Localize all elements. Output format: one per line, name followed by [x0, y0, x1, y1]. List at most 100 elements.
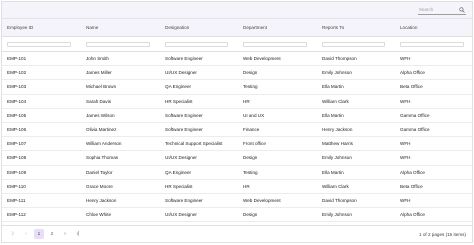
table-row[interactable]: EMP-106 Olivia Martinez Software Engineer F…: [2, 122, 472, 138]
cell-department[interactable]: Design: [238, 207, 317, 223]
column-header-location[interactable]: Location: [395, 19, 472, 37]
table-row[interactable]: EMP-101 John Smith Software Engineer Web De…: [2, 51, 472, 67]
page-button-1[interactable]: 1: [34, 229, 44, 239]
column-header-department[interactable]: Department: [238, 19, 317, 37]
cell-designation[interactable]: Software Engineer: [160, 193, 238, 209]
cell-designation[interactable]: UI/UX Designer: [160, 65, 238, 81]
cell-reports-to[interactable]: Matthew Harris: [317, 136, 395, 152]
table-row[interactable]: EMP-110 Grace Moore HR Specialist HR William…: [2, 179, 472, 194]
cell-location[interactable]: WFH: [395, 94, 472, 109]
table-row[interactable]: EMP-105 James Wilson Software Engineer UI a…: [2, 108, 472, 123]
cell-employee-id[interactable]: EMP-106: [2, 122, 81, 138]
cell-location[interactable]: Beta Office: [395, 179, 472, 194]
table-row[interactable]: EMP-112 Chloe White UI/UX Designer Design Em…: [2, 207, 472, 223]
cell-department[interactable]: Front office: [238, 136, 317, 152]
cell-reports-to[interactable]: David Thompson: [317, 193, 395, 209]
table-row[interactable]: EMP-102 James Miller UI/UX Designer Design E…: [2, 65, 472, 81]
cell-department[interactable]: Design: [238, 150, 317, 166]
cell-location[interactable]: WFH: [395, 136, 472, 152]
cell-location[interactable]: Beta Office: [395, 79, 472, 95]
cell-department[interactable]: Web Development: [238, 51, 317, 67]
cell-name[interactable]: John Smith: [81, 51, 160, 67]
cell-employee-id[interactable]: EMP-101: [2, 51, 81, 67]
column-header-employee-id[interactable]: Employee ID: [2, 19, 81, 37]
table-row[interactable]: EMP-107 William Anderson Technical Support…: [2, 136, 472, 152]
cell-employee-id[interactable]: EMP-102: [2, 65, 81, 81]
cell-employee-id[interactable]: EMP-105: [2, 108, 81, 123]
cell-name[interactable]: Chloe White: [81, 207, 160, 223]
cell-location[interactable]: Alpha Office: [395, 65, 472, 81]
cell-department[interactable]: UI and UX: [238, 108, 317, 123]
filter-input-department[interactable]: [243, 41, 308, 47]
cell-reports-to[interactable]: Emily Johnson: [317, 150, 395, 166]
cell-employee-id[interactable]: EMP-110: [2, 179, 81, 194]
cell-employee-id[interactable]: EMP-107: [2, 136, 81, 152]
cell-location[interactable]: WFH: [395, 193, 472, 209]
cell-designation[interactable]: Software Engineer: [160, 108, 238, 123]
table-row[interactable]: EMP-108 Sophia Thomas UI/UX Designer Design…: [2, 150, 472, 166]
cell-employee-id[interactable]: EMP-109: [2, 165, 81, 180]
table-row[interactable]: EMP-104 Sarah Davis HR Specialist HR William…: [2, 94, 472, 109]
cell-designation[interactable]: UI/UX Designer: [160, 207, 238, 223]
cell-employee-id[interactable]: EMP-111: [2, 193, 81, 209]
cell-designation[interactable]: UI/UX Designer: [160, 150, 238, 166]
cell-reports-to[interactable]: Ella Martin: [317, 165, 395, 180]
cell-employee-id[interactable]: EMP-104: [2, 94, 81, 109]
cell-department[interactable]: Web Development: [238, 193, 317, 209]
cell-name[interactable]: Grace Moore: [81, 179, 160, 194]
cell-reports-to[interactable]: William Clark: [317, 179, 395, 194]
cell-name[interactable]: Henry Jackson: [81, 193, 160, 209]
cell-location[interactable]: Alpha Office: [395, 165, 472, 180]
cell-location[interactable]: Gamma Office: [395, 108, 472, 123]
cell-location[interactable]: Gamma Office: [395, 122, 472, 138]
filter-input-location[interactable]: [400, 41, 465, 47]
filter-input-designation[interactable]: [165, 41, 229, 47]
column-header-name[interactable]: Name: [81, 19, 160, 37]
cell-reports-to[interactable]: Ella Martin: [317, 108, 395, 123]
cell-department[interactable]: Design: [238, 65, 317, 81]
cell-name[interactable]: Daniel Taylor: [81, 165, 160, 180]
cell-name[interactable]: Olivia Martinez: [81, 122, 160, 138]
cell-department[interactable]: HR: [238, 94, 317, 109]
cell-designation[interactable]: Software Engineer: [160, 51, 238, 67]
last-page-icon[interactable]: ›|: [73, 229, 83, 239]
cell-name[interactable]: James Miller: [81, 65, 160, 81]
cell-name[interactable]: Sophia Thomas: [81, 150, 160, 166]
cell-designation[interactable]: Technical Support Specialist: [160, 136, 238, 152]
cell-reports-to[interactable]: David Thompson: [317, 51, 395, 67]
cell-designation[interactable]: HR Specialist: [160, 179, 238, 194]
cell-reports-to[interactable]: William Clark: [317, 94, 395, 109]
filter-input-employee-id[interactable]: [7, 41, 72, 47]
next-page-icon[interactable]: ›: [60, 229, 70, 239]
cell-department[interactable]: Testing: [238, 79, 317, 95]
cell-name[interactable]: James Wilson: [81, 108, 160, 123]
cell-location[interactable]: Alpha Office: [395, 207, 472, 223]
table-row[interactable]: EMP-109 Daniel Taylor QA Engineer Testing El…: [2, 165, 472, 180]
cell-department[interactable]: Finance: [238, 122, 317, 138]
cell-department[interactable]: Testing: [238, 165, 317, 180]
search-input[interactable]: [419, 7, 457, 12]
cell-name[interactable]: William Anderson: [81, 136, 160, 152]
cell-designation[interactable]: HR Specialist: [160, 94, 238, 109]
cell-reports-to[interactable]: Henry Jackson: [317, 122, 395, 138]
cell-location[interactable]: WFH: [395, 150, 472, 166]
page-button-2[interactable]: 2: [47, 229, 57, 239]
column-header-reports-to[interactable]: Reports To: [317, 19, 395, 37]
cell-location[interactable]: WFH: [395, 51, 472, 67]
cell-department[interactable]: HR: [238, 179, 317, 194]
cell-designation[interactable]: Software Engineer: [160, 122, 238, 138]
cell-reports-to[interactable]: Emily Johnson: [317, 65, 395, 81]
cell-name[interactable]: Michael Brown: [81, 79, 160, 95]
search-icon[interactable]: [459, 6, 465, 13]
cell-reports-to[interactable]: Ella Martin: [317, 79, 395, 95]
column-header-designation[interactable]: Designation: [160, 19, 238, 37]
table-row[interactable]: EMP-111 Henry Jackson Software Engineer Web…: [2, 193, 472, 209]
filter-input-reports-to[interactable]: [322, 41, 386, 47]
cell-designation[interactable]: QA Engineer: [160, 79, 238, 95]
filter-input-name[interactable]: [86, 41, 151, 47]
cell-employee-id[interactable]: EMP-103: [2, 79, 81, 95]
cell-employee-id[interactable]: EMP-112: [2, 207, 81, 223]
search-box[interactable]: [418, 5, 466, 15]
cell-employee-id[interactable]: EMP-108: [2, 150, 81, 166]
table-row[interactable]: EMP-103 Michael Brown QA Engineer Testing El…: [2, 79, 472, 95]
